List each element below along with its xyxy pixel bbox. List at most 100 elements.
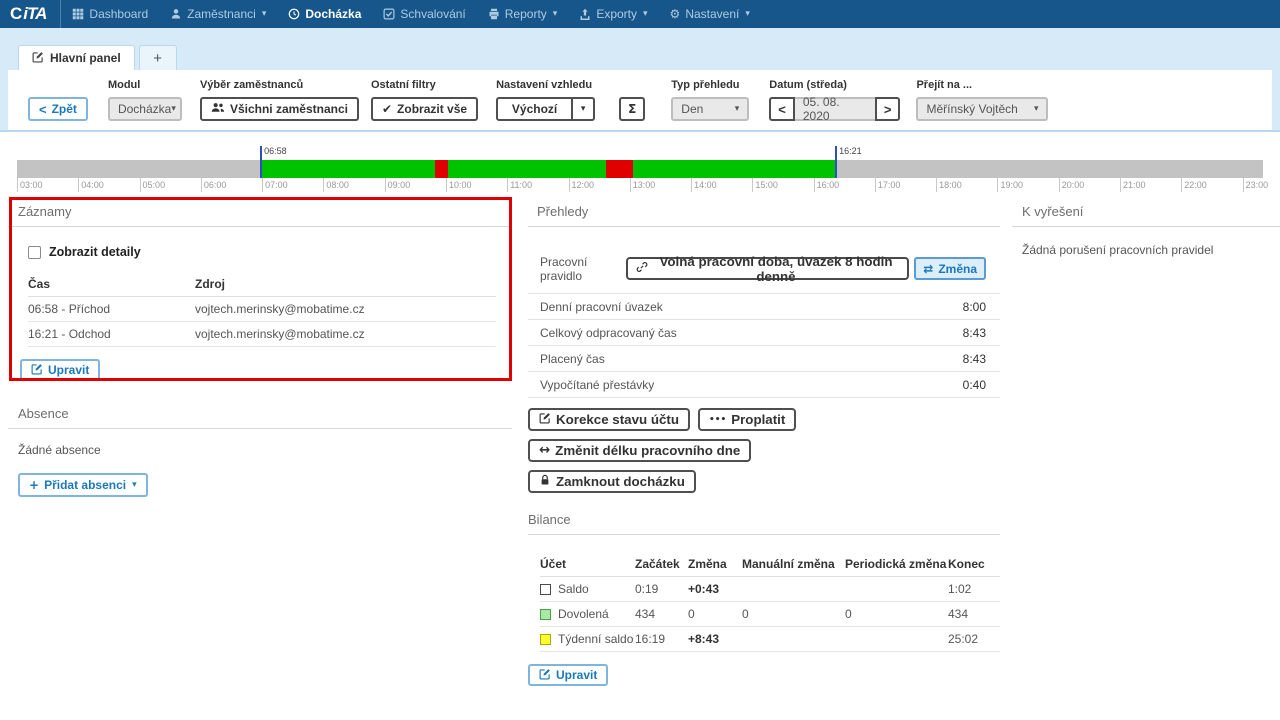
- overview-label: Vypočítané přestávky: [540, 377, 655, 392]
- vyber-label: Výběr zaměstnanců: [199, 79, 304, 91]
- change-workday-length-button[interactable]: ↔ Změnit délku pracovního dne: [528, 439, 752, 462]
- timeline-marker: [260, 146, 263, 178]
- col-header-zdroj: Zdroj: [195, 276, 225, 291]
- account-correction-button[interactable]: Korekce stavu účtu: [528, 408, 690, 431]
- show-details-checkbox[interactable]: [28, 245, 41, 259]
- nav-item-nastaveni[interactable]: ⚙ Nastavení ▾: [659, 0, 761, 28]
- chevron-right-icon: >: [883, 101, 892, 117]
- account-color-swatch: [540, 608, 551, 620]
- table-row[interactable]: Týdenní saldo: [540, 627, 635, 652]
- caret-down-icon: ▾: [552, 9, 558, 19]
- nav-item-exporty[interactable]: Exporty ▾: [568, 0, 658, 28]
- employees-button[interactable]: Všichni zaměstnanci: [199, 97, 359, 121]
- edit-icon: [32, 51, 44, 66]
- col-header-cas: Čas: [28, 276, 51, 291]
- back-button[interactable]: < Zpět: [28, 97, 88, 121]
- overview-title: Přehledy: [528, 197, 1000, 227]
- check-square-icon: [383, 8, 395, 20]
- balance-col-header: Konec: [948, 551, 1000, 577]
- timeline-tick-label: 19:00: [1000, 180, 1023, 190]
- timeline-tick-label: 10:00: [448, 180, 472, 190]
- resize-icon: ↔: [539, 443, 551, 458]
- caret-down-icon: ▾: [1033, 104, 1039, 114]
- balance-col-header: Periodická změna: [845, 551, 948, 577]
- timeline: 03:00 04:00 05:00 06:00 07:00 08:00 09:00 10:00…: [17, 146, 1268, 198]
- timeline-segment-break[interactable]: [434, 160, 448, 178]
- date-input[interactable]: 05. 08. 2020: [794, 95, 875, 123]
- timeline-marker-label: 16:21: [839, 146, 862, 156]
- record-source: vojtech.merinsky@mobatime.cz: [195, 302, 365, 316]
- caret-down-icon: ▾: [132, 480, 137, 490]
- nav-item-schvalovani[interactable]: Schvalování: [372, 0, 476, 28]
- timeline-tick-label: 22:00: [1184, 180, 1207, 190]
- table-row[interactable]: 06:58 - Příchod vojtech.merinsky@mobatim…: [28, 297, 496, 322]
- lock-attendance-button[interactable]: Zamknout docházku: [528, 470, 696, 493]
- balance-col-header: Manuální změna: [742, 551, 845, 577]
- next-day-button[interactable]: >: [874, 97, 901, 121]
- timeline-tick-label: 20:00: [1061, 180, 1085, 190]
- filters-button[interactable]: ✔ Zobrazit vše: [370, 97, 479, 121]
- prev-day-button[interactable]: <: [769, 97, 795, 121]
- work-rule-button[interactable]: Volná pracovní doba, úvazek 8 hodin denn…: [625, 254, 910, 284]
- sigma-button[interactable]: Σ: [619, 97, 646, 121]
- timeline-segment-work[interactable]: [632, 160, 836, 178]
- timeline-segment-break[interactable]: [606, 160, 633, 178]
- overview-label: Placený čas: [540, 351, 605, 366]
- edit-icon: [31, 363, 43, 378]
- balance-table: Účet Začátek Změna Manuální změna Period…: [528, 535, 1000, 652]
- timeline-segment-work[interactable]: [260, 160, 435, 178]
- account-color-swatch: [540, 633, 551, 645]
- resolve-title: K vyřešení: [1012, 197, 1280, 227]
- add-tab-button[interactable]: +: [138, 45, 177, 70]
- timeline-segment-work[interactable]: [447, 160, 607, 178]
- grid-icon: [72, 8, 84, 20]
- records-column: Záznamy Zobrazit detaily Čas Zdroj 06:58…: [8, 197, 512, 497]
- timeline-tick-label: 13:00: [632, 180, 656, 190]
- tab-hlavni-panel[interactable]: Hlavní panel: [18, 45, 135, 70]
- work-rule-label: Pracovní pravidlo: [540, 254, 588, 283]
- goto-employee-select[interactable]: Měřínský Vojtěch ▾: [916, 97, 1049, 121]
- nav-label: Reporty: [504, 7, 547, 21]
- top-navbar: C iTA Dashboard Zaměstnanci ▾ Docházka S…: [0, 0, 1280, 28]
- check-icon: ✔: [381, 102, 393, 116]
- edit-icon: [539, 668, 551, 683]
- table-row[interactable]: Saldo: [540, 577, 635, 602]
- plus-icon: +: [29, 478, 40, 492]
- caret-down-icon: ▾: [745, 9, 750, 19]
- payout-button[interactable]: ••• Proplatit: [697, 408, 797, 431]
- nav-item-dochazka[interactable]: Docházka: [277, 0, 372, 28]
- table-row[interactable]: Dovolená: [540, 602, 635, 627]
- modul-select[interactable]: Docházka ▾: [107, 97, 182, 121]
- nav-item-dashboard[interactable]: Dashboard: [61, 0, 159, 28]
- timeline-bar[interactable]: [17, 160, 1263, 178]
- nav-item-reporty[interactable]: Reporty ▾: [477, 0, 569, 28]
- nav-item-zamestnanci[interactable]: Zaměstnanci ▾: [159, 0, 277, 28]
- resolve-column: K vyřešení Žádná porušení pracovních pra…: [1012, 197, 1280, 257]
- absence-empty-text: Žádné absence: [18, 443, 101, 457]
- person-icon: [170, 8, 182, 20]
- add-absence-button[interactable]: + Přidat absenci ▾: [18, 473, 148, 497]
- logo-c: C: [10, 4, 23, 23]
- sigma-icon: Σ: [628, 102, 637, 116]
- balance-col-header: Začátek: [635, 551, 688, 577]
- nav-label: Nastavení: [685, 7, 740, 21]
- table-row[interactable]: 16:21 - Odchod vojtech.merinsky@mobatime…: [28, 322, 496, 347]
- overview-value: 8:43: [962, 351, 986, 366]
- app-logo[interactable]: C iTA: [0, 0, 62, 28]
- change-rule-button[interactable]: ⇄ Změna: [914, 257, 986, 280]
- edit-balance-button[interactable]: Upravit: [528, 664, 609, 686]
- appearance-select[interactable]: Výchozí: [496, 97, 574, 121]
- timeline-tick-label: 09:00: [387, 180, 411, 190]
- edit-records-button[interactable]: Upravit: [20, 359, 101, 381]
- lock-icon: [539, 474, 551, 489]
- timeline-marker: [835, 146, 838, 178]
- nav-label: Schvalování: [400, 7, 466, 21]
- balance-col-header: Změna: [688, 551, 742, 577]
- timeline-segment-idle[interactable]: [835, 160, 1263, 178]
- timeline-tick-label: 06:00: [203, 180, 227, 190]
- timeline-tick-label: 17:00: [877, 180, 901, 190]
- timeline-segment-idle[interactable]: [17, 160, 261, 178]
- nav-label: Zaměstnanci: [187, 7, 256, 21]
- appearance-caret-button[interactable]: ▾: [573, 97, 596, 121]
- view-type-select[interactable]: Den ▾: [671, 97, 750, 121]
